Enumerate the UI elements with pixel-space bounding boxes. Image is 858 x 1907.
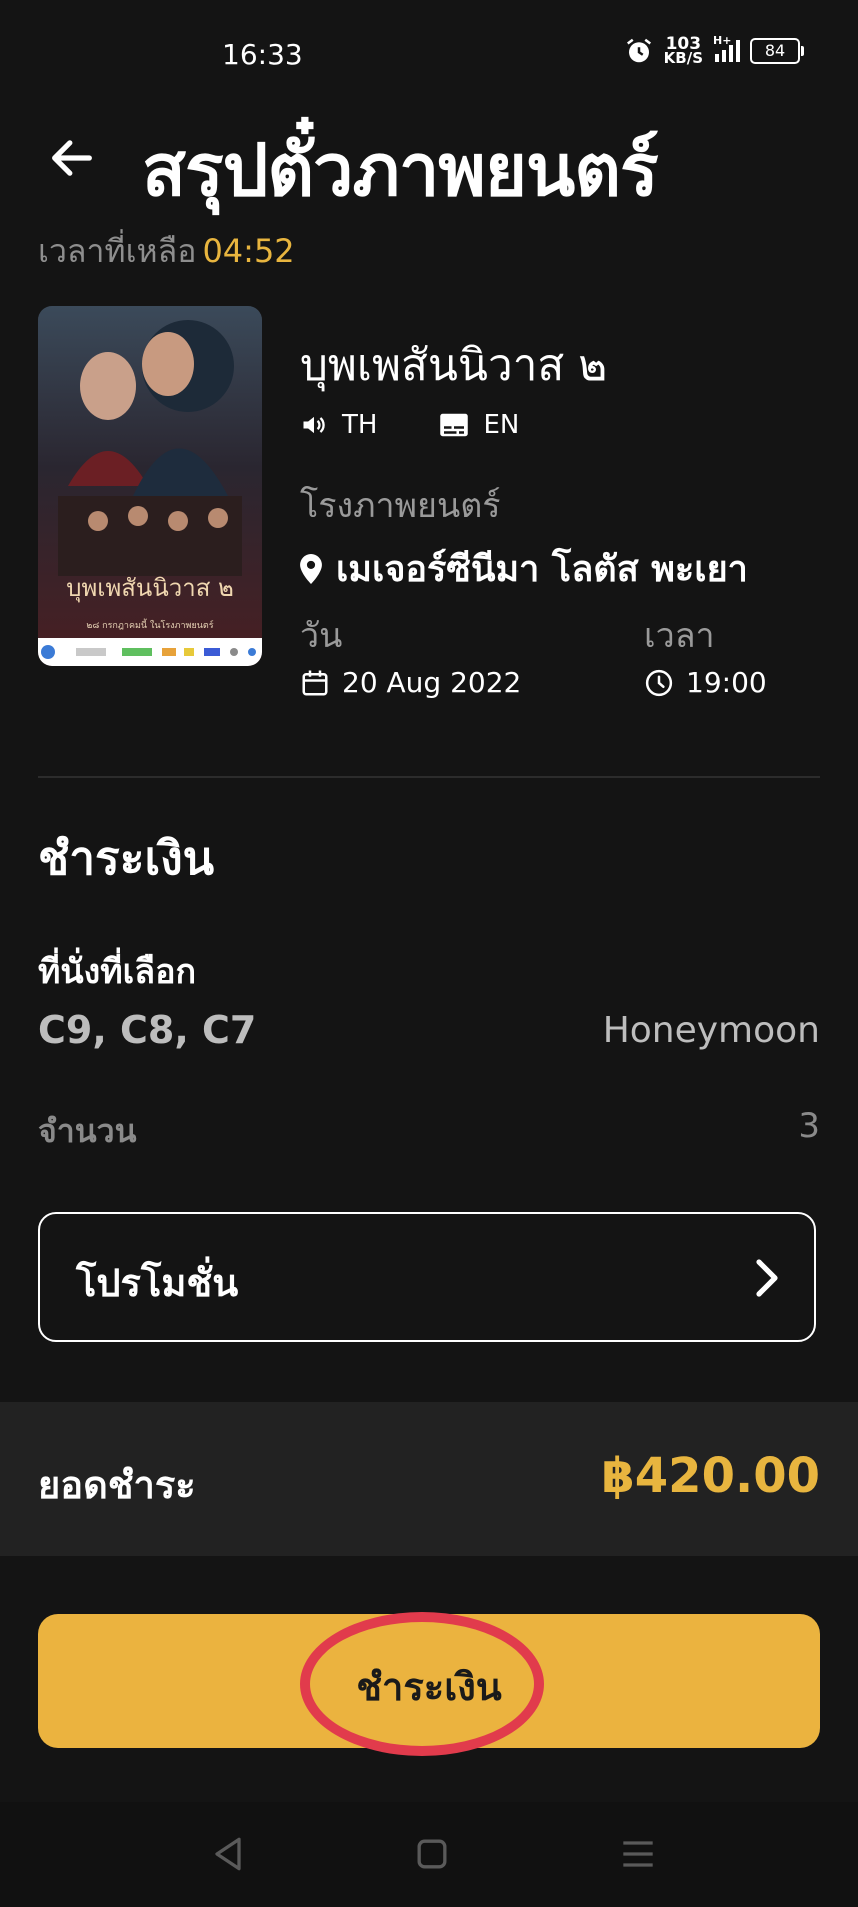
battery-icon: 84	[750, 38, 804, 64]
cinema-label: โรงภาพยนตร์	[300, 486, 501, 526]
movie-info: บุพเพสันนิวาส ๒ TH EN โรงภาพยนตร์ เมเจอร…	[300, 330, 820, 597]
date-value: 20 Aug 2022	[342, 666, 522, 699]
promotion-label: โปรโมชั่น	[76, 1261, 239, 1305]
pay-button[interactable]: ชำระเงิน	[38, 1614, 820, 1748]
network-speed: 103 KB/S	[663, 34, 703, 67]
cinema-name: เมเจอร์ซีนีมา โลตัส พะเยา	[336, 549, 748, 590]
nav-menu-icon[interactable]	[616, 1832, 660, 1876]
status-time: 16:33	[222, 38, 303, 71]
seats-value: C9, C8, C7	[38, 1008, 257, 1052]
status-bar: 16:33 103 KB/S H+ 84	[0, 0, 858, 110]
pay-button-label: ชำระเงิน	[356, 1665, 502, 1709]
countdown-timer: เวลาที่เหลือ 04:52	[38, 226, 295, 277]
speaker-icon	[303, 416, 325, 434]
total-value: ฿420.00	[601, 1448, 820, 1504]
time-row: 19:00	[644, 666, 767, 699]
date-label: วัน	[300, 616, 343, 656]
signal-icon: H+	[713, 34, 740, 62]
status-icons: 103 KB/S H+ 84	[624, 34, 804, 67]
calendar-icon	[302, 670, 328, 695]
svg-text:บุพเพสันนิวาส ๒: บุพเพสันนิวาส ๒	[66, 574, 234, 603]
promotion-button[interactable]: โปรโมชั่น	[38, 1212, 816, 1342]
language-row: TH EN	[300, 410, 820, 440]
subtitle-icon	[440, 413, 469, 437]
movie-title: บุพเพสันนิวาส ๒	[300, 340, 608, 391]
payment-section-title: ชำระเงิน	[38, 831, 215, 885]
divider	[38, 776, 820, 778]
seat-type: Honeymoon	[602, 1010, 820, 1051]
seats-label: ที่นั่งที่เลือก	[38, 952, 197, 992]
subtitle-language: EN	[483, 410, 520, 440]
nav-back-icon[interactable]	[206, 1832, 250, 1876]
clock-icon	[645, 669, 673, 696]
alarm-icon	[626, 38, 651, 63]
total-bar: ยอดชำระ ฿420.00	[0, 1402, 858, 1556]
system-nav-bar	[0, 1802, 858, 1907]
cinema-name-row: เมเจอร์ซีนีมา โลตัส พะเยา	[300, 540, 820, 597]
location-pin-icon	[300, 553, 322, 584]
header: สรุปตั๋วภาพยนตร์	[0, 110, 858, 220]
time-label: เวลา	[644, 616, 715, 656]
date-row: 20 Aug 2022	[300, 666, 521, 699]
audio-language: TH	[342, 410, 378, 440]
back-arrow-icon[interactable]	[46, 132, 98, 184]
timer-value: 04:52	[202, 232, 295, 270]
total-label: ยอดชำระ	[38, 1463, 196, 1507]
movie-poster: บุพเพสันนิวาส ๒ ๒๘ กรกฎาคมนี้ ในโรงภาพยน…	[38, 306, 262, 666]
chevron-right-icon	[756, 1259, 778, 1297]
quantity-label: จำนวน	[38, 1112, 137, 1150]
nav-home-icon[interactable]	[410, 1832, 454, 1876]
page-title: สรุปตั๋วภาพยนตร์	[142, 128, 659, 212]
timer-label: เวลาที่เหลือ	[38, 232, 197, 270]
quantity-value: 3	[798, 1106, 820, 1146]
time-value: 19:00	[686, 666, 767, 699]
